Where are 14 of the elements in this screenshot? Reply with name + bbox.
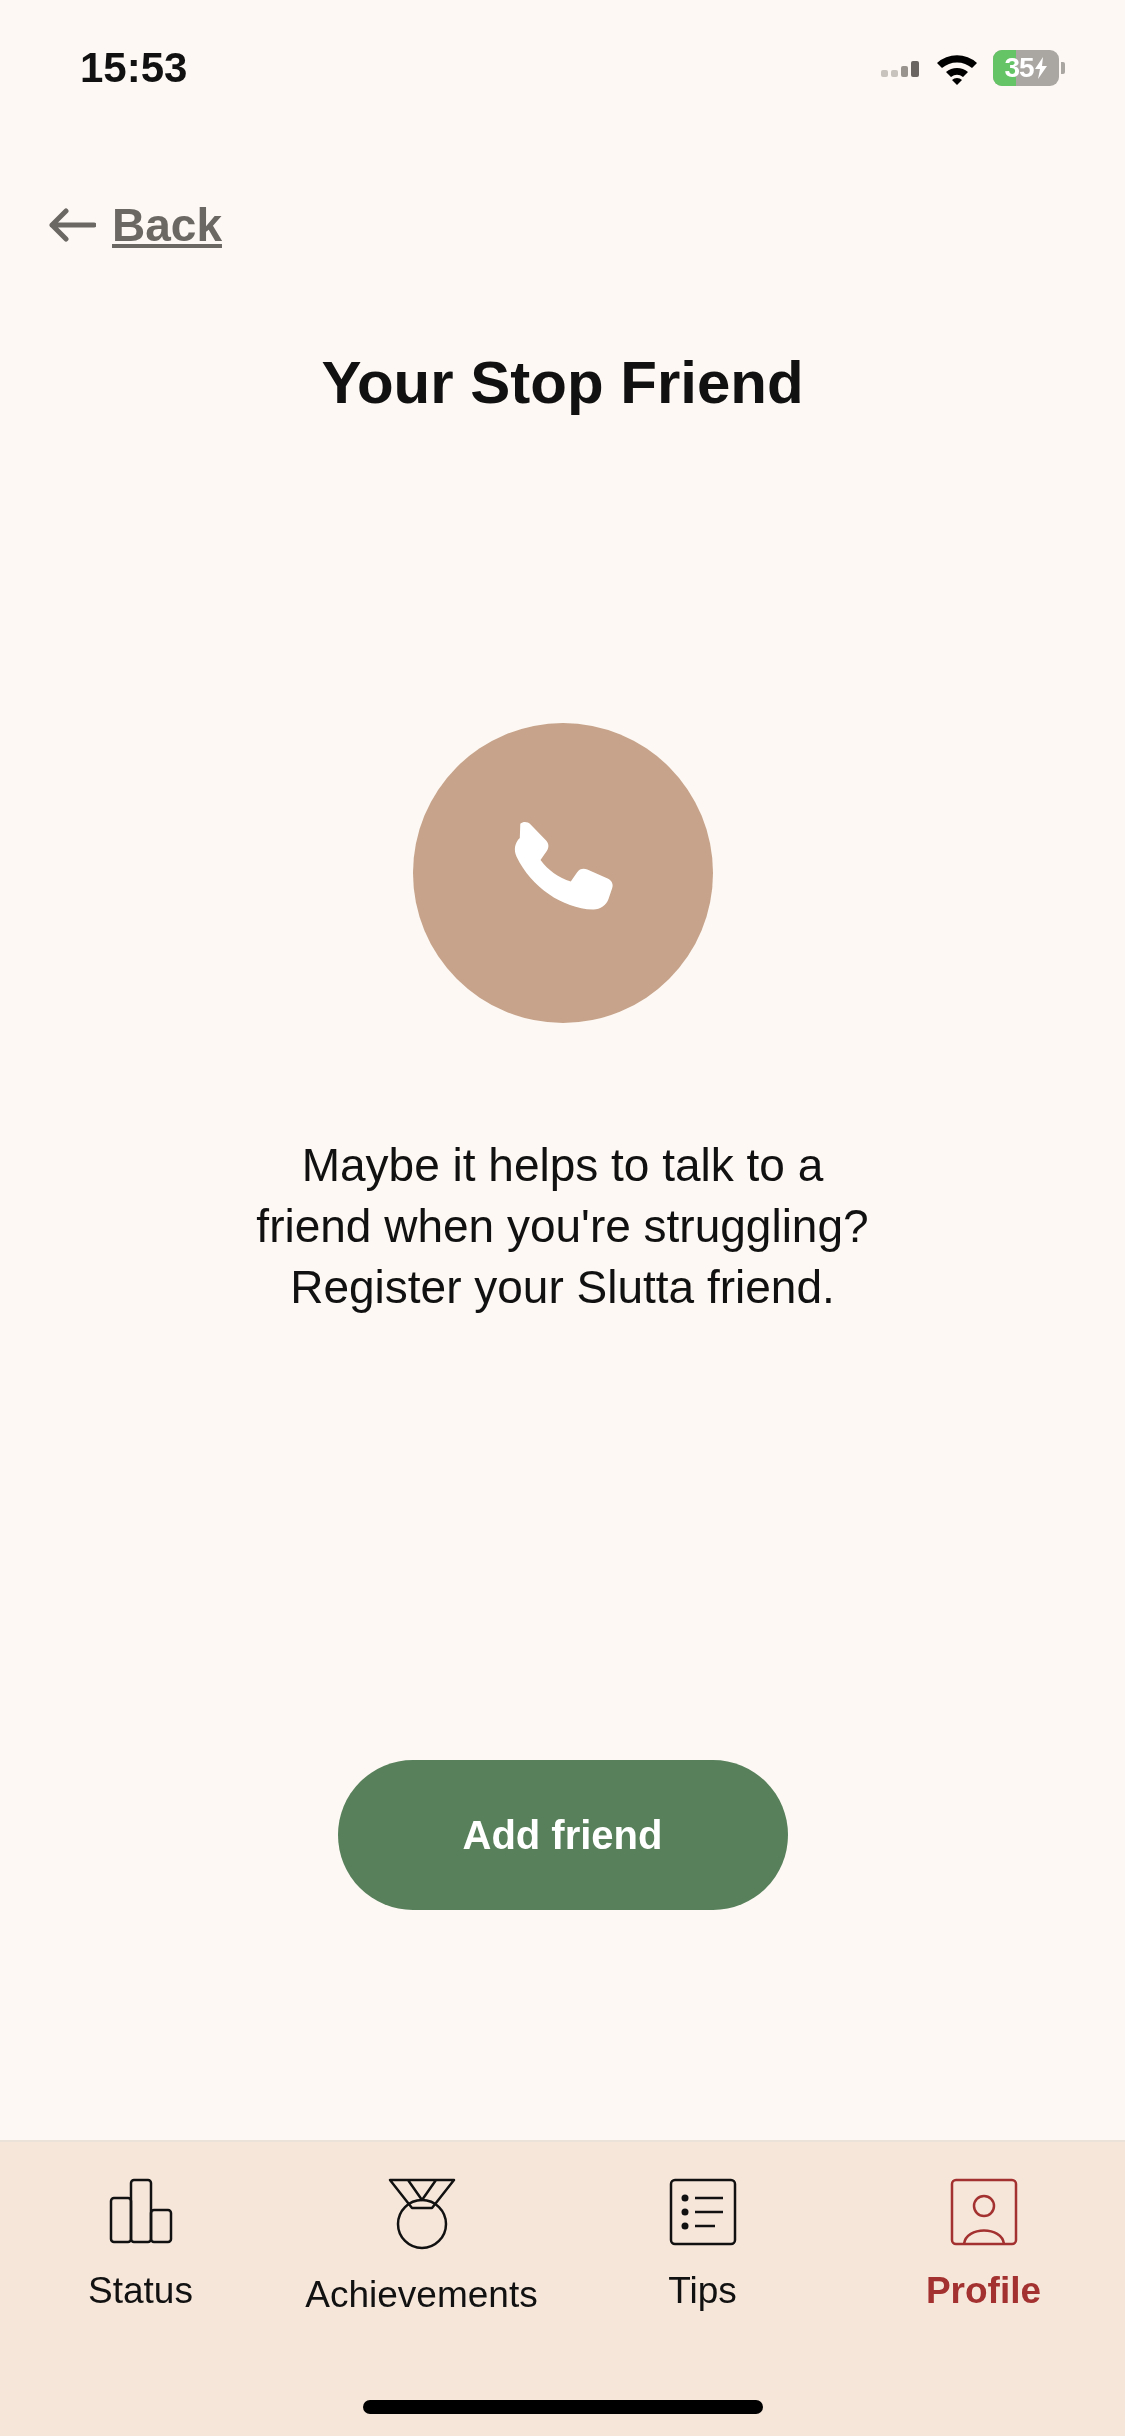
tab-item[interactable]: Profile [843, 2142, 1124, 2436]
tab-item[interactable]: Status [0, 2142, 281, 2436]
list-icon [668, 2178, 737, 2246]
back-arrow-icon [48, 208, 96, 242]
tab-item[interactable]: Achievements [281, 2142, 562, 2436]
back-link[interactable]: Back [48, 195, 222, 255]
status-time: 15:53 [80, 43, 188, 93]
page-title: Your Stop Friend [321, 348, 804, 418]
tab-item[interactable]: Tips [562, 2142, 843, 2436]
person-icon [949, 2178, 1018, 2246]
medal-icon [387, 2178, 456, 2250]
add-friend-button[interactable]: Add friend [337, 1760, 788, 1910]
charging-bolt-icon [1033, 57, 1048, 79]
message-text: Maybe it helps to talk to a friend when you're struggling? Register your Slutta friend. [255, 1138, 870, 1315]
